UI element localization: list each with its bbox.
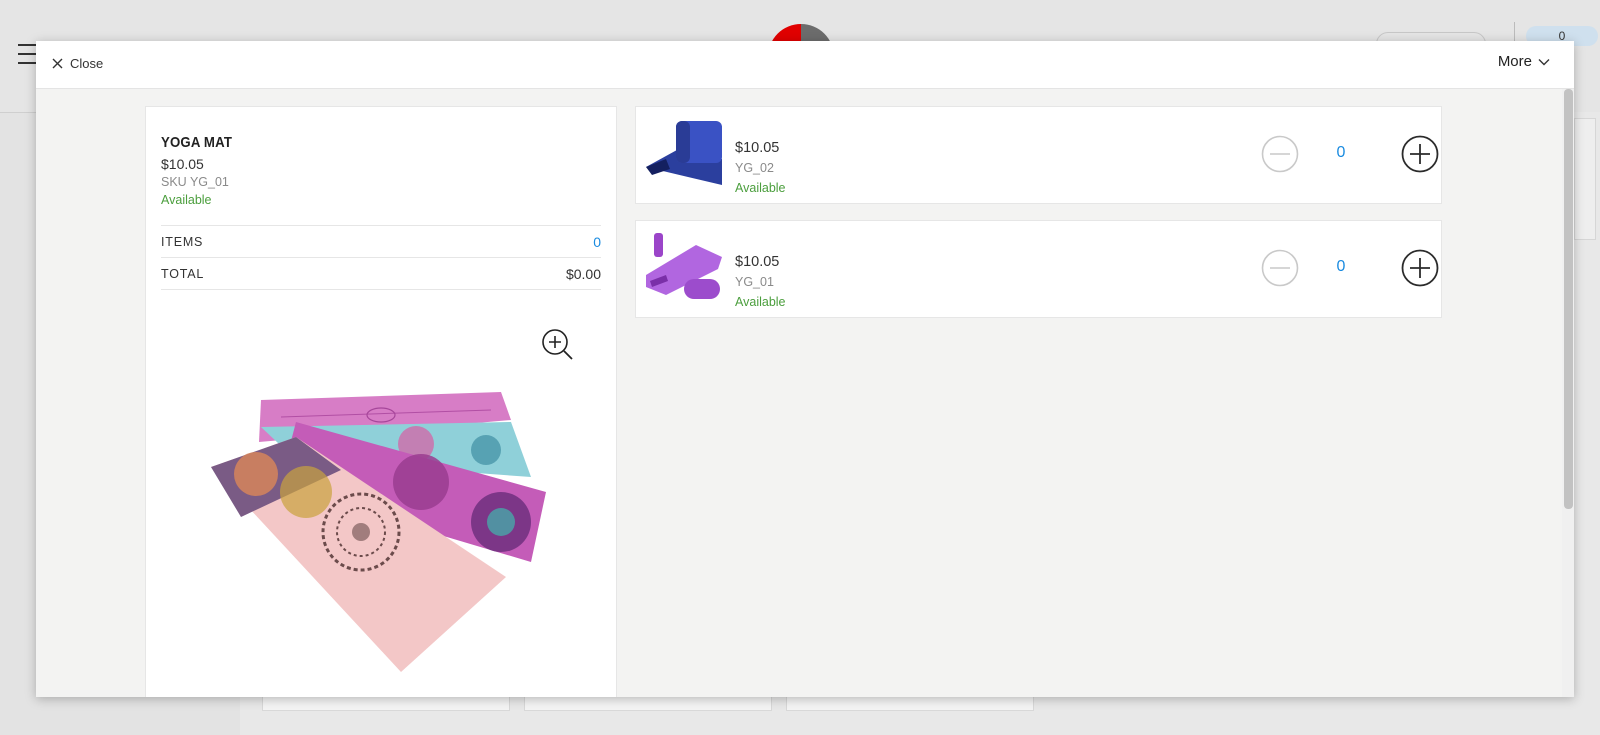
product-title: YOGA MAT [161,134,233,151]
variant-row: $10.05 YG_02 Available 0 [635,106,1442,204]
product-image [211,392,546,672]
quantity-value[interactable]: 0 [1326,144,1356,162]
items-label: ITEMS [161,235,204,249]
modal-scrollbar[interactable] [1562,89,1574,697]
increase-quantity-button[interactable] [1401,135,1439,177]
close-label: Close [70,56,104,71]
chevron-down-icon [1538,58,1550,65]
scrollbar-thumb[interactable] [1564,89,1573,509]
minus-circle-icon [1261,249,1299,287]
more-menu-button[interactable]: More [1498,53,1550,70]
more-label: More [1497,53,1532,70]
plus-circle-icon [1401,135,1439,173]
zoom-in-button[interactable] [542,329,574,365]
total-label: TOTAL [161,267,205,281]
increase-quantity-button[interactable] [1401,249,1439,291]
total-value: $0.00 [565,266,601,282]
quantity-value[interactable]: 0 [1326,258,1356,276]
minus-circle-icon [1261,135,1299,173]
variant-sku: YG_02 [735,161,774,175]
product-availability: Available [161,193,212,207]
variant-price: $10.05 [735,254,780,270]
items-value: 0 [593,234,601,250]
product-quick-order-modal: Close More YOGA MAT $10.05 SKU YG_01 Ava… [36,41,1574,697]
close-icon [52,58,63,69]
decrease-quantity-button[interactable] [1261,249,1299,291]
hamburger-menu-icon[interactable] [18,44,38,71]
product-price: $10.05 [161,156,204,172]
variant-price: $10.05 [735,140,780,156]
variant-thumbnail [646,233,722,299]
modal-header: Close More [36,41,1574,89]
close-button[interactable]: Close [52,56,103,71]
zoom-in-icon [542,329,573,360]
decrease-quantity-button[interactable] [1261,135,1299,177]
variant-sku: YG_01 [735,275,774,289]
product-sku: SKU YG_01 [161,175,229,189]
summary-divider [161,289,601,290]
product-summary-panel: YOGA MAT $10.05 SKU YG_01 Available ITEM… [145,106,617,697]
items-row: ITEMS 0 [161,225,601,258]
total-row: TOTAL $0.00 [161,257,601,290]
variant-thumbnail [646,121,722,185]
variant-row: $10.05 YG_01 Available 0 [635,220,1442,318]
variant-availability: Available [735,295,786,309]
plus-circle-icon [1401,249,1439,287]
background-side-card [1574,118,1596,240]
variant-availability: Available [735,181,786,195]
